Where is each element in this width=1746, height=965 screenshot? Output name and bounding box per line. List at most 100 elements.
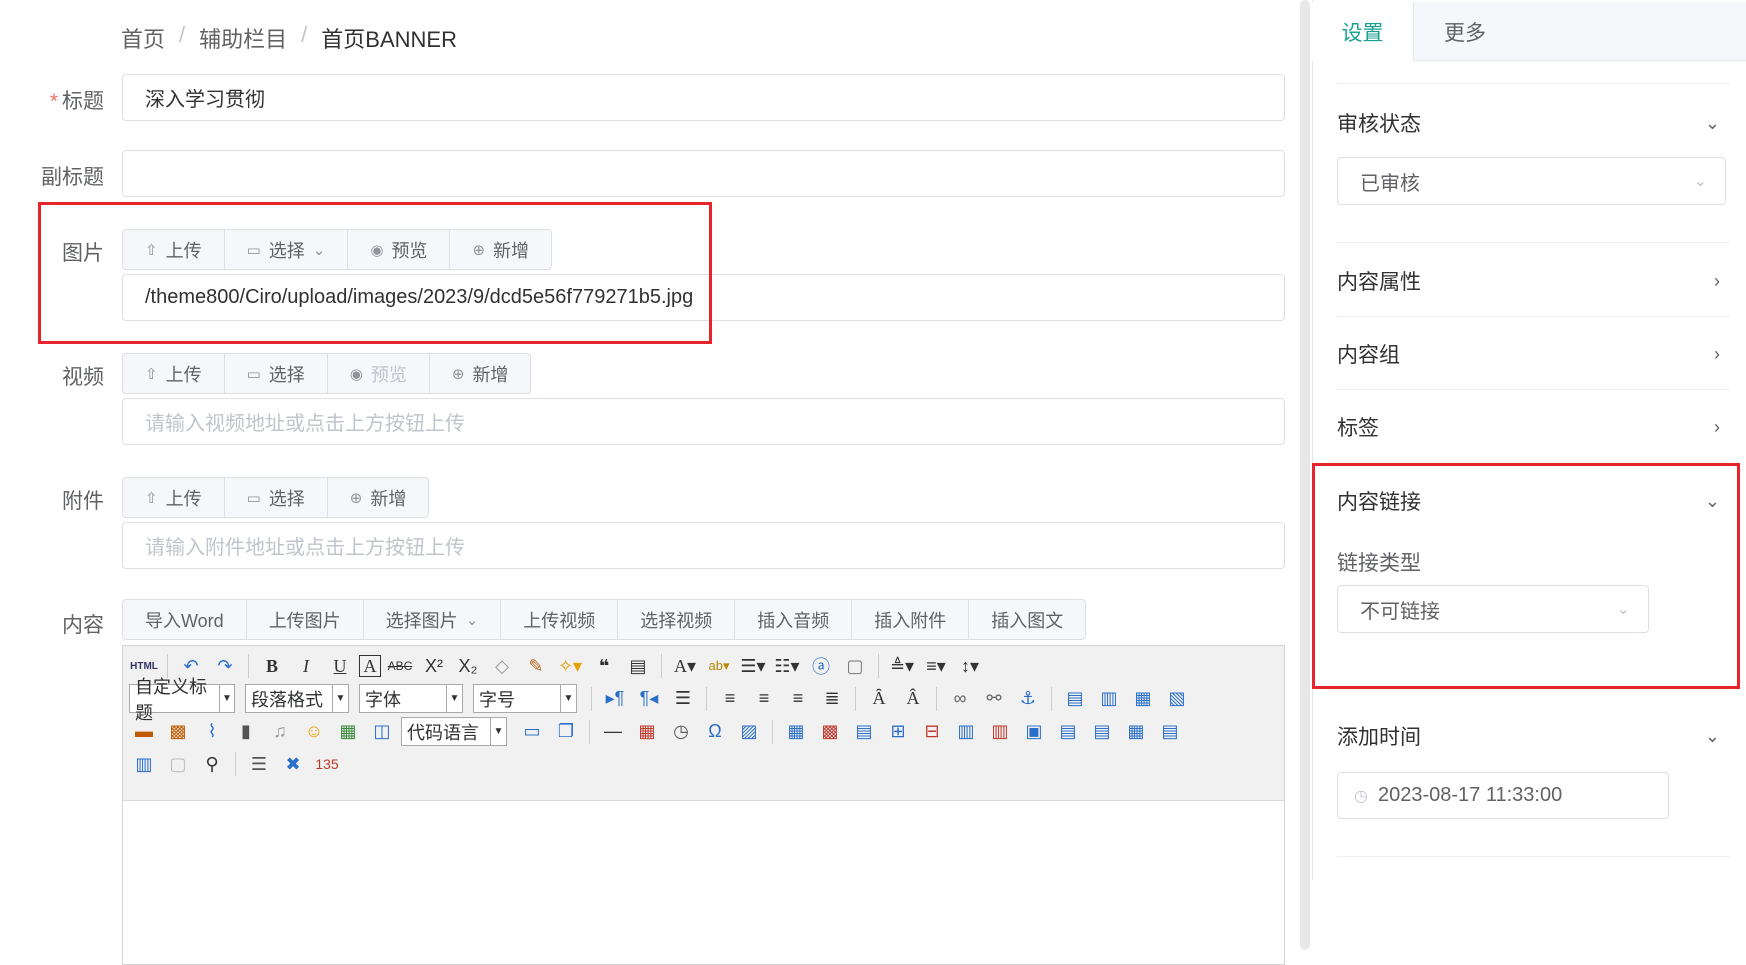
auto-format-icon[interactable]: ✧▾ (555, 652, 585, 680)
tab-settings[interactable]: 设置 (1312, 2, 1414, 61)
align-left-icon[interactable]: ≡ (715, 685, 745, 713)
add-time-input[interactable]: ◷ 2023-08-17 11:33:00 (1337, 772, 1669, 819)
lowercase-icon[interactable]: Â (898, 685, 928, 713)
delete-col-icon[interactable]: ▥ (985, 718, 1015, 746)
strikethrough-icon[interactable]: ABC (385, 652, 415, 680)
drafts-icon[interactable]: ✖ (278, 750, 308, 778)
content-group-header[interactable]: 内容组 › (1337, 339, 1746, 369)
template-icon[interactable]: ❐ (551, 718, 581, 746)
superscript-icon[interactable]: X² (419, 652, 449, 680)
font-border-icon[interactable]: A (359, 655, 381, 677)
row-spacing-top-icon[interactable]: ≜▾ (887, 652, 917, 680)
insert-col-icon[interactable]: ▥ (951, 718, 981, 746)
image-left-icon[interactable]: ▥ (1094, 685, 1124, 713)
highlight-color-icon[interactable]: ab▾ (704, 652, 734, 680)
italic-icon[interactable]: I (291, 652, 321, 680)
video-icon[interactable]: ▮ (231, 718, 261, 746)
image-none-icon[interactable]: ▤ (1060, 685, 1090, 713)
date-icon[interactable]: ▦ (632, 718, 662, 746)
upload-video-button[interactable]: 上传视频 (501, 600, 619, 639)
video-path-input[interactable]: 请输入视频地址或点击上方按钮上传 (122, 398, 1285, 445)
insert-image-icon[interactable]: ▩ (163, 718, 193, 746)
insert-attachment-button[interactable]: 插入附件 (852, 600, 970, 639)
rtl-icon[interactable]: ¶◂ (634, 685, 664, 713)
merge-right-icon[interactable]: ▤ (1053, 718, 1083, 746)
audit-status-select[interactable]: 已审核 ⌄ (1337, 157, 1726, 205)
music-icon[interactable]: ♫ (265, 718, 295, 746)
select-all-icon[interactable]: ⓐ (806, 652, 836, 680)
insert-audio-button[interactable]: 插入音频 (735, 600, 853, 639)
time-icon[interactable]: ◷ (666, 718, 696, 746)
eraser-icon[interactable]: ◇ (487, 652, 517, 680)
align-center-icon[interactable]: ≡ (749, 685, 779, 713)
link-icon[interactable]: ∞ (945, 685, 975, 713)
attachment-path-input[interactable]: 请输入附件地址或点击上方按钮上传 (122, 522, 1285, 569)
auto-typeset-icon[interactable]: ☰ (244, 750, 274, 778)
audit-status-header[interactable]: 审核状态 ⌄ (1337, 108, 1746, 138)
paste-text-icon[interactable]: ▤ (623, 652, 653, 680)
merge-cells-icon[interactable]: ▣ (1019, 718, 1049, 746)
font-family-select[interactable]: 字体 ▼ (359, 684, 463, 713)
merge-down-icon[interactable]: ▤ (1087, 718, 1117, 746)
iframe-icon[interactable]: ◫ (367, 718, 397, 746)
image-right-icon[interactable]: ▦ (1128, 685, 1158, 713)
subscript-icon[interactable]: X₂ (453, 652, 483, 680)
main-scrollbar[interactable] (1300, 0, 1310, 950)
custom-heading-select[interactable]: 自定义标题 ▼ (129, 677, 235, 723)
print-icon[interactable]: ▢ (163, 750, 193, 778)
select-video-button[interactable]: 选择视频 (618, 600, 736, 639)
attachment-add-button[interactable]: ⊕ 新增 (328, 478, 429, 517)
special-char-icon[interactable]: Ω (700, 718, 730, 746)
emotion-icon[interactable]: ☺ (299, 718, 329, 746)
line-height-icon[interactable]: ↕▾ (955, 652, 985, 680)
anchor-icon[interactable]: ⚓ (1013, 685, 1043, 713)
video-add-button[interactable]: ⊕ 新增 (430, 354, 531, 393)
ordered-list-icon[interactable]: ☰▾ (738, 652, 768, 680)
code-language-select[interactable]: 代码语言 ▼ (401, 717, 507, 746)
underline-icon[interactable]: U (325, 652, 355, 680)
bold-icon[interactable]: B (257, 652, 287, 680)
select-image-button[interactable]: 选择图片 ⌄ (364, 600, 502, 639)
search-replace-icon[interactable]: ⚲ (197, 750, 227, 778)
tab-more[interactable]: 更多 (1414, 2, 1516, 61)
simple-upload-icon[interactable]: ▬ (129, 718, 159, 746)
delete-table-icon[interactable]: ▩ (815, 718, 845, 746)
horizontal-rule-icon[interactable]: — (598, 718, 628, 746)
delete-row-icon[interactable]: ⊟ (917, 718, 947, 746)
attachment-icon[interactable]: ⌇ (197, 718, 227, 746)
insert-table-icon[interactable]: ▦ (781, 718, 811, 746)
indent-icon[interactable]: ☰ (668, 685, 698, 713)
align-justify-icon[interactable]: ≣ (817, 685, 847, 713)
video-select-button[interactable]: ▭ 选择 (225, 354, 328, 393)
uppercase-icon[interactable]: Ȃ (864, 685, 894, 713)
font-color-icon[interactable]: A▾ (670, 652, 700, 680)
import-word-button[interactable]: 导入Word (123, 600, 247, 639)
map-icon[interactable]: ▦ (333, 718, 363, 746)
ltr-icon[interactable]: ▸¶ (600, 685, 630, 713)
paragraph-select[interactable]: 段落格式 ▼ (245, 684, 349, 713)
title-input[interactable]: 深入学习贯彻 (122, 74, 1285, 121)
unordered-list-icon[interactable]: ☷▾ (772, 652, 802, 680)
insert-imagetext-button[interactable]: 插入图文 (969, 600, 1085, 639)
attachment-select-button[interactable]: ▭ 选择 (225, 478, 328, 517)
unlink-icon[interactable]: ⚯ (979, 685, 1009, 713)
clear-doc-icon[interactable]: ▢ (840, 652, 870, 680)
font-size-select[interactable]: 字号 ▼ (473, 684, 577, 713)
page-break-icon[interactable]: ▭ (517, 718, 547, 746)
row-spacing-bottom-icon[interactable]: ≡▾ (921, 652, 951, 680)
split-cells-icon[interactable]: ▦ (1121, 718, 1151, 746)
blockquote-icon[interactable]: ❝ (589, 652, 619, 680)
add-time-header[interactable]: 添加时间 ⌄ (1337, 721, 1746, 751)
attachment-upload-button[interactable]: ⇧ 上传 (123, 478, 225, 517)
word-image-icon[interactable]: ▨ (734, 718, 764, 746)
image-center-icon[interactable]: ▧ (1162, 685, 1192, 713)
video-upload-button[interactable]: ⇧ 上传 (123, 354, 225, 393)
subtitle-input[interactable] (122, 150, 1285, 197)
split-cols-icon[interactable]: ▥ (129, 750, 159, 778)
split-rows-icon[interactable]: ▤ (1155, 718, 1185, 746)
tags-header[interactable]: 标签 › (1337, 412, 1746, 442)
135-editor-icon[interactable]: 135 (312, 750, 342, 778)
align-right-icon[interactable]: ≡ (783, 685, 813, 713)
insert-row-icon[interactable]: ⊞ (883, 718, 913, 746)
breadcrumb-aux[interactable]: 辅助栏目 (199, 22, 287, 54)
